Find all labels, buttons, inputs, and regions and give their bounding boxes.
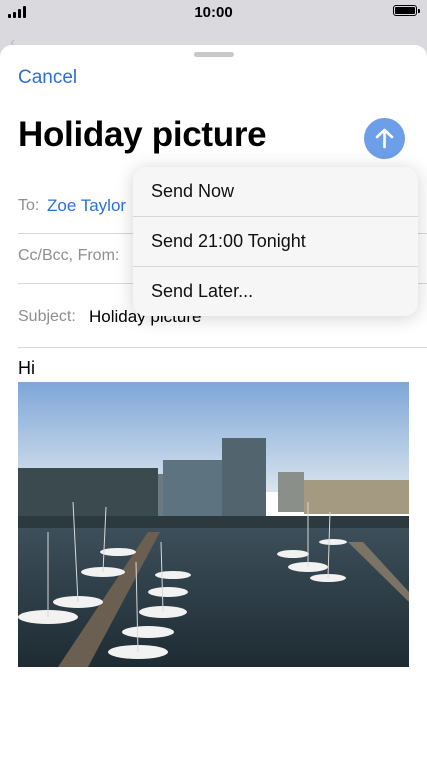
send-tonight-option[interactable]: Send 21:00 Tonight xyxy=(133,217,418,267)
cc-bcc-from-label: Cc/Bcc, From: xyxy=(18,247,120,264)
to-label: To: xyxy=(18,197,40,214)
attached-photo[interactable] xyxy=(18,382,409,667)
status-bar: 10:00 xyxy=(0,0,427,26)
send-options-menu: Send Now Send 21:00 Tonight Send Later..… xyxy=(133,167,418,316)
cancel-button[interactable]: Cancel xyxy=(18,67,77,89)
to-recipient[interactable]: Zoe Taylor xyxy=(47,196,126,216)
harbour-photo xyxy=(18,382,409,667)
battery-icon xyxy=(393,5,420,16)
send-later-option[interactable]: Send Later... xyxy=(133,267,418,316)
status-time: 10:00 xyxy=(194,4,233,21)
send-now-option[interactable]: Send Now xyxy=(133,167,418,217)
sheet-grabber[interactable] xyxy=(194,52,234,57)
page-title: Holiday picture xyxy=(18,115,267,154)
arrow-up-icon xyxy=(375,128,394,149)
message-body[interactable]: Hi xyxy=(18,358,35,379)
send-button[interactable] xyxy=(364,118,405,159)
subject-label: Subject: xyxy=(18,308,76,325)
compose-sheet: Cancel Holiday picture To: Zoe Taylor Cc… xyxy=(0,45,427,760)
